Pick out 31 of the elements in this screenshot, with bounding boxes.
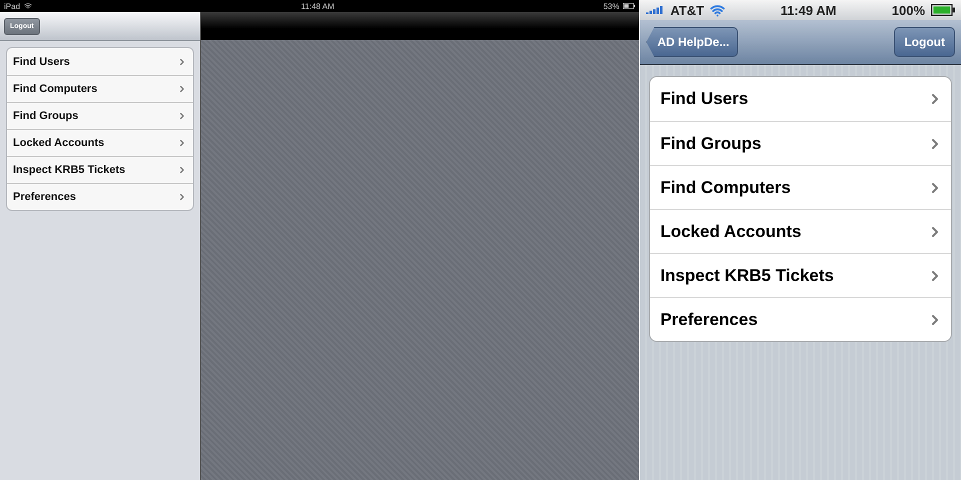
menu-item[interactable]: Inspect KRB5 Tickets: [660, 266, 834, 286]
menu-item[interactable]: Find Groups: [660, 134, 762, 154]
menu-item[interactable]: Find Computers: [13, 83, 98, 95]
chevron-icon: [177, 165, 187, 175]
wifi-icon: [24, 2, 32, 10]
menu-item[interactable]: Locked Accounts: [13, 137, 104, 149]
battery-icon: [931, 4, 955, 16]
battery-percent: 53%: [603, 2, 620, 10]
menu-item[interactable]: Locked Accounts: [660, 222, 802, 242]
status-time: 11:49 AM: [780, 2, 836, 18]
menu-item[interactable]: Find Groups: [13, 110, 78, 122]
menu-item[interactable]: Find Users: [660, 89, 748, 109]
back-button[interactable]: AD HelpDe...: [646, 27, 738, 57]
status-time: 11:48 AM: [301, 2, 334, 10]
chevron-icon: [177, 84, 187, 94]
carrier-name: AT&T: [670, 2, 704, 18]
logout-button[interactable]: Logout: [894, 27, 955, 57]
menu-item[interactable]: Find Users: [13, 56, 70, 68]
chevron-icon: [177, 138, 187, 148]
chevron-icon: [177, 192, 187, 202]
chevron-icon: [177, 111, 187, 121]
menu-item[interactable]: Preferences: [660, 310, 758, 330]
menu-item[interactable]: Preferences: [13, 191, 76, 203]
device-name: iPad: [4, 2, 20, 10]
battery-icon: [623, 3, 636, 9]
chevron-icon: [177, 56, 187, 66]
signal-icon: [646, 6, 664, 14]
menu-item[interactable]: Inspect KRB5 Tickets: [13, 164, 126, 176]
battery-percent: 100%: [892, 2, 925, 18]
wifi-icon: [710, 2, 726, 18]
menu-item[interactable]: Find Computers: [660, 178, 791, 198]
